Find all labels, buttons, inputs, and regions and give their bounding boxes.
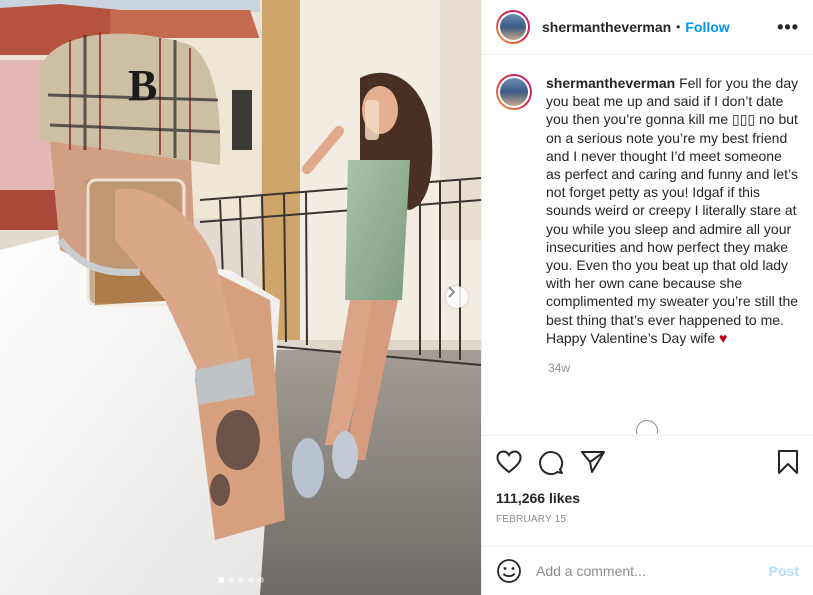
action-icons xyxy=(496,436,799,488)
post-actions: 111,266 likes FEBRUARY 15 xyxy=(482,435,813,525)
avatar[interactable] xyxy=(496,10,530,44)
post-header: shermantheverman • Follow ••• xyxy=(482,0,813,55)
carousel-next-button[interactable] xyxy=(446,286,468,308)
post-comment-button[interactable]: Post xyxy=(769,563,799,579)
carousel-dot xyxy=(227,577,234,583)
comment-bubble-icon xyxy=(539,451,563,475)
heart-icon xyxy=(496,450,522,474)
post-date[interactable]: FEBRUARY 15 xyxy=(496,514,799,525)
carousel-dot xyxy=(247,577,254,583)
like-count[interactable]: 111,266 likes xyxy=(496,490,799,506)
username-link[interactable]: shermantheverman xyxy=(542,19,671,35)
carousel-indicator xyxy=(0,577,481,583)
smiley-icon xyxy=(497,559,521,583)
photo-image: B xyxy=(0,0,481,595)
svg-text:B: B xyxy=(128,61,157,110)
carousel-dot xyxy=(257,577,264,583)
share-button[interactable] xyxy=(580,450,606,474)
bookmark-icon xyxy=(778,450,798,474)
caption-text: shermantheverman Fell for you the day yo… xyxy=(546,74,799,347)
comment-input[interactable] xyxy=(536,563,769,579)
emoji-button[interactable] xyxy=(496,558,522,584)
separator-dot: • xyxy=(676,20,681,34)
ellipsis-icon: ••• xyxy=(777,16,799,37)
carousel-dot xyxy=(217,577,224,583)
load-more-comments-icon[interactable] xyxy=(636,420,658,434)
heart-emoji: ♥ xyxy=(719,329,728,346)
post-side-panel: shermantheverman • Follow ••• shermanthe… xyxy=(481,0,813,595)
like-button[interactable] xyxy=(496,450,522,474)
follow-button[interactable]: Follow xyxy=(685,19,729,35)
caption-timestamp[interactable]: 34w xyxy=(548,361,799,375)
caption: shermantheverman Fell for you the day yo… xyxy=(496,74,799,347)
paper-plane-icon xyxy=(581,451,605,473)
caption-body: Fell for you the day you beat me up and … xyxy=(546,75,799,346)
add-comment-bar: Post xyxy=(482,546,813,595)
caption-username[interactable]: shermantheverman xyxy=(546,75,675,91)
comment-button[interactable] xyxy=(538,449,564,475)
comments-area[interactable]: shermantheverman Fell for you the day yo… xyxy=(482,56,813,434)
post-photo[interactable]: B xyxy=(0,0,481,595)
save-button[interactable] xyxy=(777,449,799,475)
chevron-right-icon xyxy=(448,286,456,298)
carousel-dot xyxy=(237,577,244,583)
more-options-button[interactable]: ••• xyxy=(777,17,799,38)
avatar[interactable] xyxy=(496,74,532,110)
